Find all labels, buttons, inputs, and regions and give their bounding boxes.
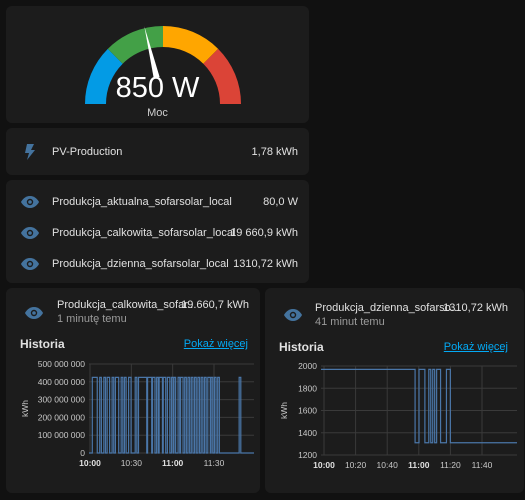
entity-name: Produkcja_dzienna_sofarsolar_local [52,258,229,270]
history-last-changed: 1 minutę temu [57,313,127,325]
entity-name: Produkcja_calkowita_sofarsolar_local [52,227,236,239]
gauge-label: Moc [147,107,168,119]
y-axis-label: kWh [20,400,30,417]
history-last-changed: 41 minut temu [315,316,385,328]
y-tick-label: 500 000 000 [38,359,86,369]
pv-production-card[interactable]: PV-Production 1,78 kWh [6,128,309,175]
flash-icon [20,142,40,162]
history-card-total[interactable]: Produkcja_calkowita_sofar... 19 660,7 kW… [6,288,260,493]
y-tick-label: 400 000 000 [38,377,86,387]
entity-value: 19 660,9 kWh [230,227,298,239]
entity-value: 80,0 W [263,196,298,208]
x-tick-label: 10:20 [345,460,367,470]
y-tick-label: 300 000 000 [38,395,86,405]
data-series-line [321,368,517,444]
y-tick-label: 100 000 000 [38,430,86,440]
x-tick-label: 10:00 [79,458,101,468]
x-tick-label: 11:00 [408,460,430,470]
data-series-line [89,376,254,454]
pv-production-row[interactable]: PV-Production 1,78 kWh [6,142,309,162]
history-chart[interactable]: 2000 1800 1600 1400 120010:00 10:20 10:40 11:00… [265,358,524,488]
x-tick-label: 11:00 [162,458,184,468]
pv-production-name: PV-Production [52,146,123,158]
y-tick-label: 2000 [298,361,317,371]
history-entity-value: 1310,72 kWh [443,302,508,314]
history-entity-name: Produkcja_calkowita_sofar... [57,299,197,311]
entity-row[interactable]: Produkcja_dzienna_sofarsolar_local 1310,… [6,254,309,274]
x-tick-label: 10:00 [313,460,335,470]
show-more-link[interactable]: Pokaż więcej [444,341,508,353]
y-tick-label: 1200 [298,450,317,460]
y-tick-label: 1600 [298,406,317,416]
history-card-daily[interactable]: Produkcja_dzienna_sofarso... 1310,72 kWh… [265,288,524,493]
entity-row[interactable]: Produkcja_aktualna_sofarsolar_local 80,0… [6,192,309,212]
show-more-link[interactable]: Pokaż więcej [184,338,248,350]
pv-production-value: 1,78 kWh [251,146,298,158]
x-tick-label: 11:40 [472,460,493,470]
history-entity-name: Produkcja_dzienna_sofarso... [315,302,460,314]
entity-row[interactable]: Produkcja_calkowita_sofarsolar_local 19 … [6,223,309,243]
gauge-svg [85,26,241,104]
y-tick-label: 1400 [298,428,317,438]
gauge-card[interactable]: 850 W Moc [6,6,309,123]
eye-icon [25,304,43,322]
history-chart[interactable]: 500 000 000 400 000 000 300 000 000 200 000… [6,356,260,491]
y-axis-label: kWh [279,402,289,419]
x-tick-label: 11:30 [204,458,225,468]
eye-icon [20,223,40,243]
entity-name: Produkcja_aktualna_sofarsolar_local [52,196,232,208]
entities-card: Produkcja_aktualna_sofarsolar_local 80,0… [6,180,309,283]
y-tick-label: 1800 [298,383,317,393]
history-heading: Historia [20,337,65,351]
eye-icon [20,254,40,274]
eye-icon [20,192,40,212]
x-tick-label: 10:30 [121,458,143,468]
y-tick-label: 0 [80,448,85,458]
eye-icon [284,306,302,324]
x-tick-label: 10:40 [377,460,399,470]
y-tick-label: 200 000 000 [38,412,86,422]
x-tick-label: 11:20 [440,460,461,470]
history-entity-value: 19 660,7 kWh [181,299,249,311]
entity-value: 1310,72 kWh [233,258,298,270]
history-heading: Historia [279,340,324,354]
gauge-value: 850 W [115,72,200,104]
